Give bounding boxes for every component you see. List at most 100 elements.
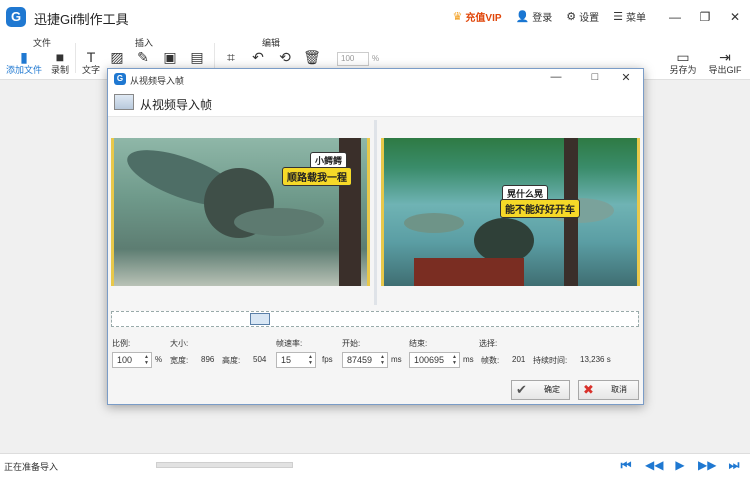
image-icon: ▨ [110,49,124,65]
export-gif-button[interactable]: ⇥ 导出GIF [705,49,745,76]
dialog-titlebar: G 从视频导入帧 — □ ✕ [108,69,643,89]
add-file-button[interactable]: ▮ 添加文件 [3,49,45,76]
video-button[interactable]: ▤ [184,49,210,65]
hamburger-icon: ☰ [613,11,623,23]
picture-button[interactable]: ▣ [157,49,183,65]
settings-label: 设置 [579,13,600,24]
fish-shape [234,208,324,236]
left-caption-main: 顺路载我一程 [282,167,352,186]
save-as-button[interactable]: ▭ 另存为 [666,49,700,76]
size-label: 大小: [170,339,189,348]
cancel-button[interactable]: ✖ 取消 [578,380,639,400]
text-icon: T [86,49,96,65]
close-button[interactable]: ✕ [720,10,750,24]
fps-label: 帧速率: [276,339,303,348]
record-button[interactable]: ■ 录制 [47,49,73,76]
spin-arrows-icon[interactable]: ▲ ▼ [307,354,314,366]
spin-arrows-icon[interactable]: ▲ ▼ [143,354,150,366]
duration-label: 持续时间: [533,356,568,365]
user-icon: 👤 [515,11,530,23]
menu-label: 菜单 [626,13,646,24]
next-frame-icon[interactable]: ▶▶ [698,457,716,473]
fps-input[interactable]: 15 ▲ ▼ [276,352,316,368]
spin-arrows-icon[interactable]: ▲ ▼ [451,354,458,366]
preview-divider [374,120,377,305]
end-label: 结束: [409,339,428,348]
range-slider-handle[interactable] [250,313,270,325]
scale-label: 比例: [112,339,131,348]
fish-shape [404,213,464,233]
status-progress-bar [156,462,293,468]
spin-arrows-icon[interactable]: ▲ ▼ [379,354,386,366]
cancel-label: 取消 [611,385,627,394]
login-label: 登录 [532,13,553,24]
end-frame-preview: 晃什么晃 能不能好好开车 [381,138,640,286]
width-label: 宽度: [170,356,189,365]
dialog-minimize-button[interactable]: — [545,71,567,83]
video-frames-icon [114,94,134,110]
menu-button[interactable]: ☰ 菜单 [613,9,646,24]
app-title: 迅捷Gif制作工具 [34,12,129,27]
check-icon: ✔ [516,382,527,397]
zoom-input[interactable]: 100 [337,52,369,66]
start-value: 87459 [347,355,373,365]
scale-value: 100 [117,355,133,365]
film-icon: ▤ [190,49,204,65]
crop-button[interactable]: ⌗ [218,49,244,65]
dialog-maximize-button[interactable]: □ [584,71,606,83]
text-label: 文字 [81,65,100,75]
trash-icon: 🗑 [303,49,321,65]
end-unit: ms [463,355,474,364]
group-label-file: 文件 [33,38,52,48]
text-button[interactable]: T 文字 [78,49,104,76]
cross-icon: ✖ [583,382,594,397]
frames-value: 201 [512,355,526,364]
vip-label: 充值VIP [465,13,502,24]
login-button[interactable]: 👤 登录 [516,9,553,24]
start-unit: ms [391,355,402,364]
start-frame-preview: 小鳄鳄 顺路载我一程 [111,138,370,286]
minimize-button[interactable]: — [660,10,690,24]
fps-unit: fps [322,355,333,364]
zoom-unit: % [372,54,380,63]
add-file-label: 添加文件 [5,65,42,75]
delete-button[interactable]: 🗑 [299,49,325,65]
right-caption-main: 能不能好好开车 [500,199,580,218]
settings-button[interactable]: ⚙ 设置 [566,9,599,24]
end-input[interactable]: 100695 ▲ ▼ [409,352,460,368]
gear-icon: ⚙ [566,11,577,23]
ok-label: 确定 [544,385,560,394]
start-label: 开始: [342,339,361,348]
camera-icon: ■ [55,49,65,65]
fps-value: 15 [281,355,292,365]
ok-button[interactable]: ✔ 确定 [511,380,570,400]
undo-button[interactable]: ↶ [245,49,271,65]
start-input[interactable]: 87459 ▲ ▼ [342,352,388,368]
range-timeline[interactable] [111,311,639,327]
scale-unit: % [155,355,163,364]
rotate-button[interactable]: ⟲ [272,49,298,65]
scale-input[interactable]: 100 ▲ ▼ [112,352,152,368]
dialog-close-button[interactable]: ✕ [615,71,637,84]
image-button[interactable]: ▨ [104,49,130,65]
pencil-icon: ✎ [137,49,149,65]
dialog-window-title: 从视频导入帧 [130,76,185,86]
end-value: 100695 [414,355,445,365]
app-titlebar: G 迅捷Gif制作工具 ♛ 充值VIP 👤 登录 ⚙ 设置 ☰ 菜单 — ❐ ✕ [0,0,750,33]
rotate-icon: ⟲ [279,49,291,65]
turtle-shape [474,218,534,263]
height-label: 高度: [222,356,241,365]
draw-button[interactable]: ✎ [130,49,156,65]
vip-button[interactable]: ♛ 充值VIP [453,9,502,24]
crown-icon: ♛ [452,11,463,23]
picture-icon: ▣ [163,49,177,65]
last-frame-icon[interactable]: ⏭ [726,457,742,473]
red-bench [414,258,524,286]
select-label: 选择: [479,339,498,348]
maximize-button[interactable]: ❐ [690,10,720,24]
dialog-header-title: 从视频导入帧 [140,98,213,112]
dialog-logo-icon: G [114,73,126,85]
play-icon[interactable]: ▶ [672,457,688,473]
previous-frame-icon[interactable]: ◀◀ [645,457,663,473]
first-frame-icon[interactable]: ⏮ [618,457,634,473]
